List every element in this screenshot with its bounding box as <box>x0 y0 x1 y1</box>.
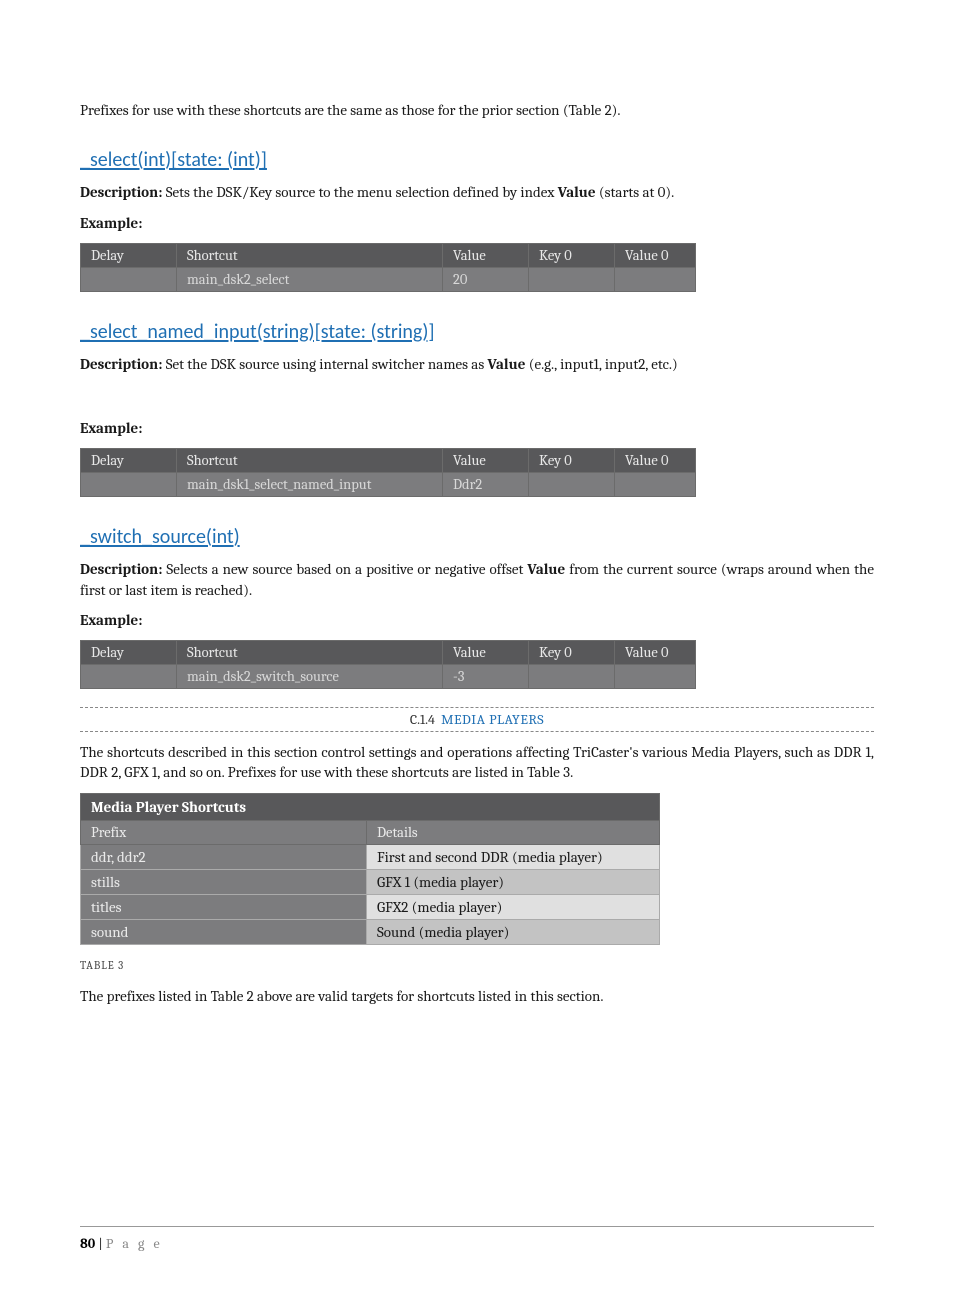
table-header-row: Delay Shortcut Value Key 0 Value 0 <box>81 449 696 473</box>
media-player-table: Media Player Shortcuts Prefix Details dd… <box>80 793 660 945</box>
th-value0: Value 0 <box>615 641 696 665</box>
th-shortcut: Shortcut <box>177 641 443 665</box>
td-value: Ddr2 <box>443 473 529 497</box>
td-details: GFX 1 (media player) <box>367 869 660 894</box>
th-value: Value <box>443 449 529 473</box>
td-key0 <box>529 267 615 291</box>
table-row: ddr, ddr2 First and second DDR (media pl… <box>81 844 660 869</box>
media-table-title: Media Player Shortcuts <box>81 793 660 820</box>
select-named-example-label: Example: <box>80 418 874 438</box>
select-example-label: Example: <box>80 213 874 233</box>
page-footer: 80 | P a g e <box>80 1226 874 1252</box>
td-prefix: sound <box>81 919 367 944</box>
td-shortcut: main_dsk2_switch_source <box>177 665 443 689</box>
desc-label: Description: <box>80 560 162 578</box>
th-shortcut: Shortcut <box>177 243 443 267</box>
intro-paragraph: Prefixes for use with these shortcuts ar… <box>80 100 874 120</box>
select-description: Description: Sets the DSK/Key source to … <box>80 182 874 202</box>
th-delay: Delay <box>81 243 177 267</box>
desc-text-a: Sets the DSK/Key source to the menu sele… <box>162 183 557 201</box>
table-row: main_dsk2_select 20 <box>81 267 696 291</box>
section-number: C.1.4 <box>410 711 435 728</box>
switch-source-table: Delay Shortcut Value Key 0 Value 0 main_… <box>80 640 696 689</box>
td-delay <box>81 665 177 689</box>
select-named-table: Delay Shortcut Value Key 0 Value 0 main_… <box>80 448 696 497</box>
table-row: main_dsk1_select_named_input Ddr2 <box>81 473 696 497</box>
footer-sep: | <box>95 1235 106 1252</box>
td-shortcut: main_dsk2_select <box>177 267 443 291</box>
desc-value-word: Value <box>527 560 565 578</box>
td-shortcut: main_dsk1_select_named_input <box>177 473 443 497</box>
td-key0 <box>529 473 615 497</box>
th-details: Details <box>367 820 660 844</box>
switch-source-example-label: Example: <box>80 610 874 630</box>
heading-select: _select(int)[state: (int)] <box>80 148 874 172</box>
table-header-row: Delay Shortcut Value Key 0 Value 0 <box>81 641 696 665</box>
desc-label: Description: <box>80 183 162 201</box>
td-key0 <box>529 665 615 689</box>
th-key0: Key 0 <box>529 641 615 665</box>
desc-text-a: Selects a new source based on a positive… <box>162 560 527 578</box>
td-details: Sound (media player) <box>367 919 660 944</box>
td-delay <box>81 473 177 497</box>
switch-source-description: Description: Selects a new source based … <box>80 559 874 600</box>
table-row: sound Sound (media player) <box>81 919 660 944</box>
desc-value-word: Value <box>488 355 526 373</box>
td-delay <box>81 267 177 291</box>
outro-paragraph: The prefixes listed in Table 2 above are… <box>80 986 874 1006</box>
page-number: 80 <box>80 1235 95 1252</box>
td-value0 <box>615 267 696 291</box>
td-details: GFX2 (media player) <box>367 894 660 919</box>
select-named-description: Description: Set the DSK source using in… <box>80 354 874 374</box>
td-prefix: titles <box>81 894 367 919</box>
td-value: -3 <box>443 665 529 689</box>
td-value0 <box>615 665 696 689</box>
td-prefix: ddr, ddr2 <box>81 844 367 869</box>
select-table: Delay Shortcut Value Key 0 Value 0 main_… <box>80 243 696 292</box>
desc-label: Description: <box>80 355 162 373</box>
section-title: MEDIA PLAYERS <box>441 711 544 728</box>
page-word: P a g e <box>106 1235 163 1252</box>
td-value: 20 <box>443 267 529 291</box>
section-description: The shortcuts described in this section … <box>80 742 874 783</box>
desc-text-a: Set the DSK source using internal switch… <box>162 355 487 373</box>
section-divider: C.1.4 MEDIA PLAYERS <box>80 707 874 732</box>
th-value: Value <box>443 243 529 267</box>
th-key0: Key 0 <box>529 449 615 473</box>
table-row: stills GFX 1 (media player) <box>81 869 660 894</box>
td-details: First and second DDR (media player) <box>367 844 660 869</box>
td-prefix: stills <box>81 869 367 894</box>
table-row: titles GFX2 (media player) <box>81 894 660 919</box>
th-shortcut: Shortcut <box>177 449 443 473</box>
heading-switch-source: _switch_source(int) <box>80 525 874 549</box>
desc-text-b: (starts at 0). <box>596 183 675 201</box>
desc-value-word: Value <box>558 183 596 201</box>
th-value: Value <box>443 641 529 665</box>
th-delay: Delay <box>81 641 177 665</box>
heading-select-named: _select_named_input(string)[state: (stri… <box>80 320 874 344</box>
td-value0 <box>615 473 696 497</box>
th-delay: Delay <box>81 449 177 473</box>
table-row: main_dsk2_switch_source -3 <box>81 665 696 689</box>
th-value0: Value 0 <box>615 449 696 473</box>
table-header-row: Delay Shortcut Value Key 0 Value 0 <box>81 243 696 267</box>
th-value0: Value 0 <box>615 243 696 267</box>
desc-text-b: (e.g., input1, input2, etc.) <box>525 355 677 373</box>
th-key0: Key 0 <box>529 243 615 267</box>
th-prefix: Prefix <box>81 820 367 844</box>
table-caption: TABLE 3 <box>80 959 874 972</box>
